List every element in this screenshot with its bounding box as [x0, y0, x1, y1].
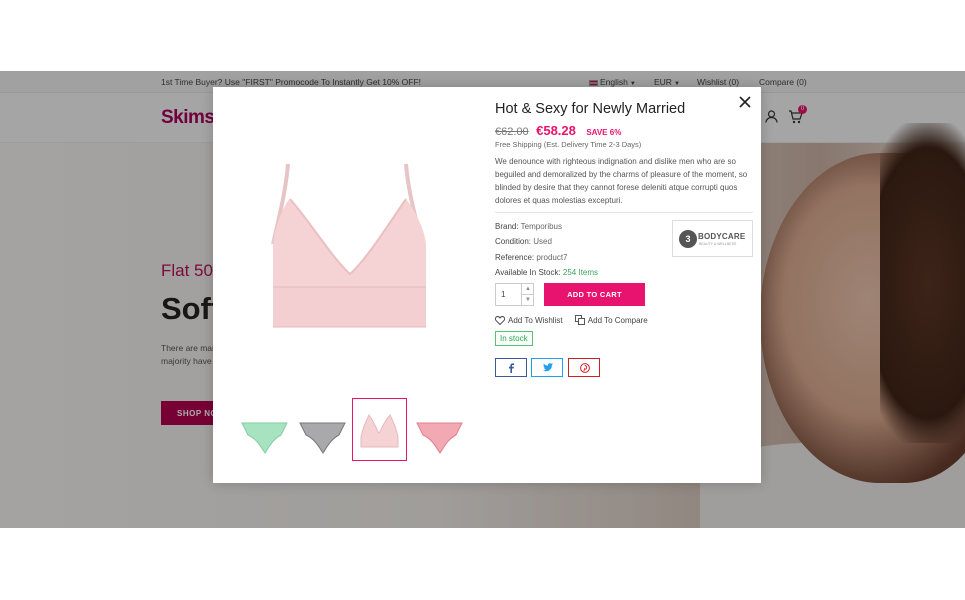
condition-attribute: Condition: Used [495, 237, 552, 246]
thumbnail-3-active[interactable] [352, 398, 407, 461]
reference-attribute: Reference: product7 [495, 253, 568, 262]
twitter-share-button[interactable] [531, 358, 563, 377]
brand-logo-text: BODYCARE [698, 232, 746, 241]
condition-value: Used [533, 237, 552, 246]
stock-label: Available In Stock: [495, 268, 561, 277]
price-row: €62.00 €58.28 SAVE 6% [495, 122, 621, 140]
reference-value: product7 [536, 253, 568, 262]
thumbnail-2[interactable] [295, 405, 350, 468]
quantity-input[interactable]: 1 [501, 290, 505, 299]
reference-label: Reference: [495, 253, 535, 262]
product-actions: Add To Wishlist Add To Compare [495, 315, 648, 327]
brand-logo-subtext: BEAUTY & WELLNESS [699, 242, 737, 246]
shipping-info: Free Shipping (Est. Delivery Time 2-3 Da… [495, 140, 642, 149]
add-to-wishlist-link[interactable]: Add To Wishlist [495, 316, 563, 325]
brand-logo[interactable]: 3 BODYCARE BEAUTY & WELLNESS [672, 220, 753, 257]
thumbnail-1[interactable] [237, 405, 292, 468]
brand-label: Brand: [495, 222, 519, 231]
thumbnail-4[interactable] [412, 405, 467, 468]
product-main-image [268, 159, 433, 334]
old-price: €62.00 [495, 126, 529, 138]
quick-view-modal: Hot & Sexy for Newly Married €62.00 €58.… [213, 87, 761, 483]
stock-attribute: Available In Stock: 254 Items [495, 268, 598, 277]
condition-label: Condition: [495, 237, 532, 246]
divider [495, 212, 753, 213]
discount-label: SAVE 6% [586, 128, 622, 137]
current-price: €58.28 [536, 123, 576, 138]
heart-icon [495, 316, 505, 325]
close-icon[interactable] [737, 94, 753, 110]
product-title: Hot & Sexy for Newly Married [495, 101, 686, 117]
add-to-wishlist-label: Add To Wishlist [508, 316, 563, 325]
stock-value: 254 Items [562, 268, 599, 277]
compare-icon [574, 315, 585, 325]
facebook-icon [509, 363, 514, 373]
pinterest-icon [580, 363, 590, 373]
add-to-compare-label: Add To Compare [587, 315, 648, 325]
add-to-compare-link[interactable]: Add To Compare [574, 315, 648, 325]
brand-attribute: Brand: Temporibus [495, 222, 562, 231]
twitter-icon [543, 363, 553, 372]
page-stage: 1st Time Buyer? Use "FIRST" Promocode To… [0, 71, 965, 528]
add-to-cart-button[interactable]: ADD TO CART [544, 283, 645, 306]
facebook-share-button[interactable] [495, 358, 527, 377]
in-stock-badge: In stock [495, 331, 533, 346]
brand-value[interactable]: Temporibus [521, 222, 562, 231]
product-description: We denounce with righteous indignation a… [495, 157, 748, 205]
pinterest-share-button[interactable] [568, 358, 600, 377]
quantity-stepper[interactable]: 1 ▲ ▼ [495, 283, 534, 306]
quantity-up-icon[interactable]: ▲ [521, 284, 534, 295]
quantity-down-icon[interactable]: ▼ [521, 295, 534, 306]
brand-logo-mark: 3 [679, 230, 697, 248]
